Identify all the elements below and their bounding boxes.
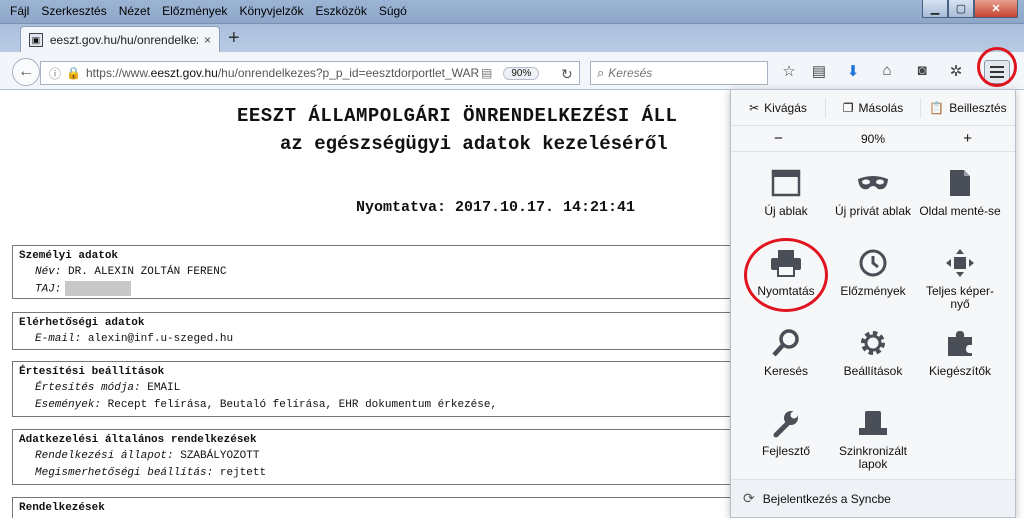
lock-icon[interactable]: 🔒: [66, 66, 81, 80]
new-window-item[interactable]: Új ablak: [743, 165, 829, 218]
section-title: Adatkezelési általános rendelkezések: [19, 434, 257, 446]
nav-bar: ⓘ 🔒 https://www.eeszt.gov.hu/hu/onrendel…: [0, 52, 1024, 90]
window-controls: ▁ ▢ ✕: [922, 0, 1018, 18]
info-icon[interactable]: ⓘ: [49, 65, 61, 82]
section-personal: Személyi adatok Név: DR. ALEXIN ZOLTÁN F…: [12, 245, 752, 299]
downloads-icon[interactable]: ⬇: [842, 62, 864, 82]
save-page-item[interactable]: Oldal menté-se: [917, 165, 1003, 218]
minimize-button[interactable]: ▁: [922, 0, 948, 18]
developer-item[interactable]: Fejlesztő: [743, 405, 829, 458]
close-window-button[interactable]: ✕: [974, 0, 1018, 18]
menu-edit[interactable]: Szerkesztés: [35, 3, 112, 19]
back-arrow-icon: ←: [18, 63, 34, 80]
tab-close-icon[interactable]: ×: [204, 33, 211, 47]
open-menu-button[interactable]: [984, 60, 1010, 84]
bookmark-star-icon[interactable]: ☆: [778, 62, 800, 82]
zoom-indicator[interactable]: 90%: [503, 66, 540, 80]
visibility-row: Megismerhetőségi beállítás: rejtett: [35, 467, 267, 479]
history-item[interactable]: Előzmények: [830, 245, 916, 298]
email-row: E-mail: alexin@inf.u-szeged.hu: [35, 333, 234, 345]
section-title: Rendelkezések: [19, 502, 105, 514]
zoom-controls: − 90% +: [731, 126, 1015, 152]
maximize-button[interactable]: ▢: [948, 0, 974, 18]
cut-button[interactable]: ✂ Kivágás: [731, 101, 825, 115]
document-title: EESZT ÁLLAMPOLGÁRI ÖNRENDELKEZÉSI ÁLL: [237, 105, 678, 127]
zoom-reset-button[interactable]: 90%: [826, 132, 921, 146]
search-icon: ⌕: [597, 65, 605, 80]
find-item[interactable]: Keresés: [743, 325, 829, 378]
url-text[interactable]: https://www.eeszt.gov.hu/hu/onrendelkeze…: [86, 66, 481, 80]
reload-icon[interactable]: ↻: [561, 66, 573, 83]
url-bar[interactable]: ⓘ 🔒 https://www.eeszt.gov.hu/hu/onrendel…: [40, 61, 580, 85]
window-icon: [743, 165, 829, 201]
paste-button[interactable]: 📋 Beillesztés: [920, 97, 1015, 118]
extension-icon[interactable]: ✲: [945, 62, 967, 82]
notify-mode-row: Értesítés módja: EMAIL: [35, 382, 181, 394]
name-row: Név: DR. ALEXIN ZOLTÁN FERENC: [35, 266, 227, 278]
addons-item[interactable]: Kiegészítők: [917, 325, 1003, 378]
copy-icon: ❐: [842, 100, 854, 115]
menu-file[interactable]: Fájl: [4, 3, 35, 19]
synced-tabs-icon: [830, 405, 916, 441]
section-contact: Elérhetőségi adatok E-mail: alexin@inf.u…: [12, 312, 752, 350]
clock-icon: [830, 245, 916, 281]
fullscreen-item[interactable]: Teljes képer-nyő: [917, 245, 1003, 311]
printer-icon: [743, 245, 829, 281]
clipboard-icon: 📋: [929, 100, 945, 115]
menu-help[interactable]: Súgó: [373, 3, 413, 19]
scissors-icon: ✂: [749, 100, 760, 115]
private-window-item[interactable]: Új privát ablak: [830, 165, 916, 218]
section-general: Adatkezelési általános rendelkezések Ren…: [12, 429, 752, 485]
menu-tools[interactable]: Eszközök: [309, 3, 372, 19]
sync-icon: ⟳: [743, 490, 755, 506]
copy-button[interactable]: ❐ Másolás: [825, 97, 920, 118]
puzzle-icon: [917, 325, 1003, 361]
pocket-icon[interactable]: ◙: [911, 62, 933, 82]
edit-controls: ✂ Kivágás ❐ Másolás 📋 Beillesztés: [731, 90, 1015, 126]
document-subtitle: az egészségügyi adatok kezeléséről: [280, 133, 668, 155]
new-tab-button[interactable]: +: [228, 28, 240, 48]
section-title: Elérhetőségi adatok: [19, 317, 145, 329]
tab-eeszt[interactable]: ▣ eeszt.gov.hu/hu/onrendelkez ×: [20, 26, 220, 52]
wrench-icon: [743, 405, 829, 441]
tab-title: eeszt.gov.hu/hu/onrendelkez: [49, 32, 198, 47]
section-notifications: Értesítési beállítások Értesítés módja: …: [12, 361, 752, 417]
section-title: Értesítési beállítások: [19, 366, 165, 378]
document-icon: [917, 165, 1003, 201]
redacted-block: [65, 281, 132, 296]
zoom-out-button[interactable]: −: [731, 130, 826, 147]
magnifier-icon: [743, 325, 829, 361]
reader-mode-icon[interactable]: ▤: [481, 66, 492, 80]
section-title: Személyi adatok: [19, 250, 119, 262]
events-row: Események: Recept felírása, Beutaló felí…: [35, 399, 498, 411]
print-item[interactable]: Nyomtatás: [743, 245, 829, 298]
title-bar: Fájl Szerkesztés Nézet Előzmények Könyvj…: [0, 0, 1024, 24]
options-item[interactable]: Beállítások: [830, 325, 916, 378]
page-favicon-icon: ▣: [29, 32, 43, 47]
app-menu-panel: ✂ Kivágás ❐ Másolás 📋 Beillesztés − 90% + Ú…: [730, 89, 1016, 518]
sync-signin-button[interactable]: ⟳ Bejelentkezés a Syncbe: [731, 479, 1015, 517]
home-icon[interactable]: ⌂: [876, 62, 898, 82]
state-row: Rendelkezési állapot: SZABÁLYOZOTT: [35, 450, 260, 462]
search-bar[interactable]: ⌕: [590, 61, 768, 85]
menu-bookmarks[interactable]: Könyvjelzők: [233, 3, 309, 19]
gear-icon: [830, 325, 916, 361]
back-button[interactable]: ←: [12, 58, 40, 86]
menu-view[interactable]: Nézet: [113, 3, 156, 19]
menu-history[interactable]: Előzmények: [156, 3, 233, 19]
menu-bar: Fájl Szerkesztés Nézet Előzmények Könyvj…: [4, 3, 413, 19]
mask-icon: [830, 165, 916, 201]
search-input[interactable]: [608, 66, 749, 80]
fullscreen-icon: [917, 245, 1003, 281]
zoom-in-button[interactable]: +: [920, 130, 1015, 147]
printed-timestamp: Nyomtatva: 2017.10.17. 14:21:41: [356, 199, 636, 216]
section-orders: Rendelkezések: [12, 497, 752, 518]
bookmarks-list-icon[interactable]: ▤: [808, 62, 830, 82]
tab-strip: ▣ eeszt.gov.hu/hu/onrendelkez × +: [0, 24, 1024, 52]
synced-tabs-item[interactable]: Szinkronizált lapok: [830, 405, 916, 471]
taj-row: TAJ:: [19, 281, 746, 298]
